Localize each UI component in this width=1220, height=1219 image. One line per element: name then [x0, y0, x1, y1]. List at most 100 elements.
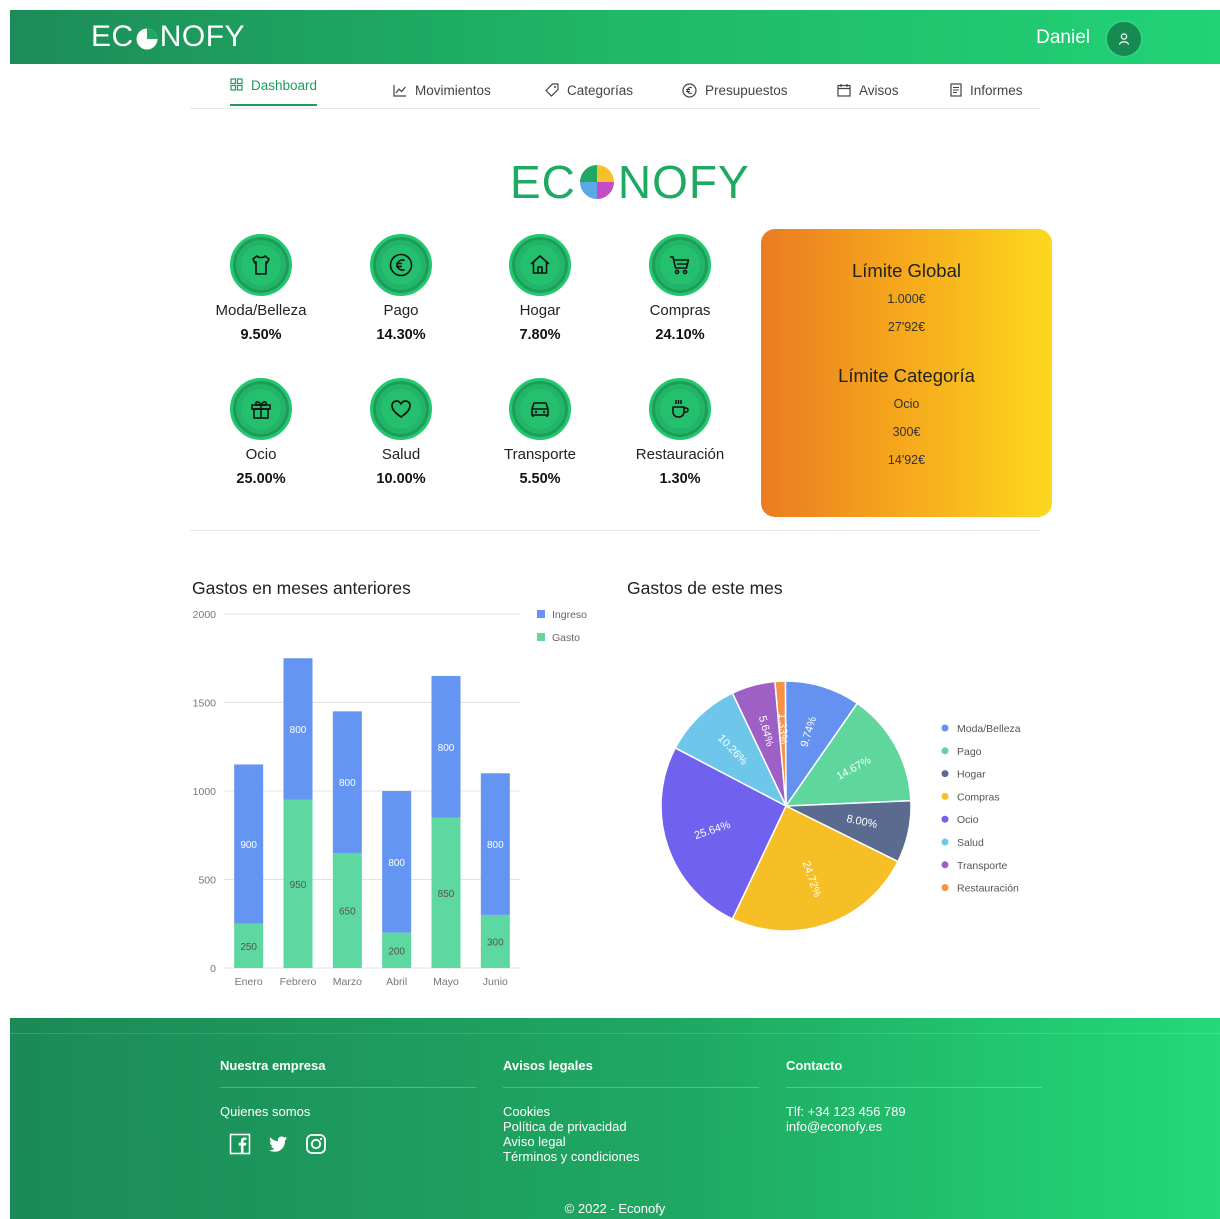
footer-link-cookies[interactable]: Cookies	[503, 1104, 759, 1119]
legend-label: Salud	[957, 837, 984, 849]
x-tick-label: Abril	[386, 976, 407, 988]
facebook-icon[interactable]	[229, 1133, 251, 1155]
brand-text-pre: EC	[91, 20, 134, 53]
bar-value-label: 250	[240, 942, 257, 953]
global-limit-value: 1.000€	[887, 292, 926, 306]
tab-dashboard[interactable]: Dashboard	[230, 76, 318, 106]
y-tick-label: 1000	[193, 786, 217, 798]
footer-link-terminos[interactable]: Términos y condiciones	[503, 1149, 759, 1164]
category-percent: 5.50%	[519, 471, 561, 487]
category-name: Salud	[381, 446, 421, 463]
user-name[interactable]: Daniel	[1036, 27, 1090, 49]
category-pago[interactable]: Pago 14.30%	[331, 234, 471, 343]
y-tick-label: 1500	[193, 698, 217, 710]
footer-column-legal: Avisos legales Cookies Política de priva…	[503, 1058, 759, 1164]
footer-link-privacidad[interactable]: Política de privacidad	[503, 1119, 759, 1134]
category-icon-circle	[370, 378, 432, 440]
category-compras[interactable]: Compras 24.10%	[610, 234, 750, 343]
footer-column-company: Nuestra empresa Quienes somos	[220, 1058, 476, 1155]
tab-categorias[interactable]: Categorías	[545, 76, 633, 104]
bar-chart: 0 500 1000 1500 2000 250 900 Enero 950 800 Febrero…	[193, 609, 588, 988]
legend-label: Transporte	[957, 860, 1008, 872]
x-tick-label: Junio	[483, 976, 508, 988]
pie-logo-icon	[579, 165, 614, 199]
social-icons	[229, 1133, 476, 1155]
heart-icon	[391, 400, 411, 418]
category-icon-inner	[660, 389, 700, 429]
logo-text-post: NOFY	[617, 156, 750, 208]
x-tick-label: Enero	[235, 976, 263, 988]
tab-movimientos[interactable]: Movimientos	[393, 76, 491, 104]
brand-logo[interactable]: EC NOFY	[91, 20, 245, 54]
footer-top-line	[10, 1033, 1220, 1034]
tab-label: Dashboard	[251, 78, 318, 93]
y-tick-label: 500	[198, 875, 216, 887]
category-limit-title: Límite Categoría	[838, 365, 975, 386]
limits-card: Límite Global 1.000€ 27'92€ Límite Categ…	[761, 229, 1052, 517]
legend-swatch	[941, 747, 949, 755]
category-hogar[interactable]: Hogar 7.80%	[470, 234, 610, 343]
category-icon-inner	[241, 245, 281, 285]
category-name: Compras	[649, 302, 711, 319]
category-icon-circle	[509, 234, 571, 296]
tag-icon	[545, 83, 559, 97]
category-icon-circle	[370, 234, 432, 296]
footer-separator	[220, 1087, 476, 1088]
tab-label: Informes	[970, 82, 1023, 98]
footer-link-aviso-legal[interactable]: Aviso legal	[503, 1134, 759, 1149]
footer-link-quienes-somos[interactable]: Quienes somos	[220, 1104, 476, 1119]
tab-informes[interactable]: Informes	[950, 76, 1023, 104]
category-transporte[interactable]: Transporte 5.50%	[470, 378, 610, 487]
avatar[interactable]	[1105, 20, 1143, 58]
tab-avisos[interactable]: Avisos	[837, 76, 899, 104]
tab-presupuestos[interactable]: Presupuestos	[682, 76, 788, 104]
instagram-icon[interactable]	[305, 1133, 327, 1155]
car-icon	[531, 402, 549, 417]
document-icon	[950, 83, 962, 97]
category-moda-belleza[interactable]: Moda/Belleza 9.50%	[191, 234, 331, 343]
x-tick-label: Marzo	[333, 976, 362, 988]
global-spent-value: 27'92€	[887, 320, 926, 334]
section-divider	[190, 530, 1040, 531]
footer-contact-lines: Tlf: +34 123 456 789 info@econofy.es	[786, 1104, 1042, 1134]
bar-value-label: 800	[487, 840, 504, 851]
calendar-icon	[837, 84, 851, 97]
legend-label: Hogar	[957, 769, 986, 781]
category-percent: 25.00%	[236, 471, 286, 487]
category-ocio[interactable]: Ocio 25.00%	[191, 378, 331, 487]
legend-swatch	[941, 861, 949, 869]
euro-coin-icon	[389, 253, 413, 277]
bar-value-label: 850	[438, 889, 455, 900]
y-tick-label: 0	[210, 963, 216, 975]
pie-chart: 9.74%14.67%8.00%24.72%25.64%10.26%5.64% 1…	[660, 680, 1021, 932]
category-salud[interactable]: Salud 10.00%	[331, 378, 471, 487]
tab-label: Categorías	[567, 82, 634, 98]
twitter-icon[interactable]	[267, 1133, 289, 1155]
category-name: Moda/Belleza	[215, 302, 307, 319]
footer-heading: Contacto	[786, 1058, 843, 1073]
bar-value-label: 300	[487, 937, 504, 948]
legend-label: Pago	[957, 746, 982, 758]
category-limit-value: 300€	[892, 425, 921, 439]
category-percent: 10.00%	[376, 471, 426, 487]
footer-separator	[786, 1087, 1042, 1088]
footer-email[interactable]: info@econofy.es	[786, 1119, 1042, 1134]
user-icon	[1118, 33, 1130, 45]
bar-value-label: 950	[290, 880, 307, 891]
coffee-icon	[672, 400, 689, 418]
euro-icon	[682, 82, 697, 98]
footer-phone: Tlf: +34 123 456 789	[786, 1104, 906, 1119]
legend-label: Moda/Belleza	[957, 723, 1021, 735]
legend-swatch	[941, 792, 949, 800]
category-percent: 24.10%	[655, 327, 705, 343]
category-name: Pago	[383, 302, 419, 319]
bar-value-label: 800	[388, 858, 405, 869]
y-tick-label: 2000	[193, 609, 217, 621]
bar-value-label: 200	[388, 946, 405, 957]
category-restauracion[interactable]: Restauración 1.30%	[610, 378, 750, 487]
shirt-icon	[252, 255, 270, 275]
bar-chart-title: Gastos en meses anteriores	[192, 578, 411, 598]
x-tick-label: Febrero	[280, 976, 317, 988]
footer-column-contact: Contacto Tlf: +34 123 456 789 info@econo…	[786, 1058, 1042, 1134]
category-percent: 9.50%	[240, 327, 282, 343]
